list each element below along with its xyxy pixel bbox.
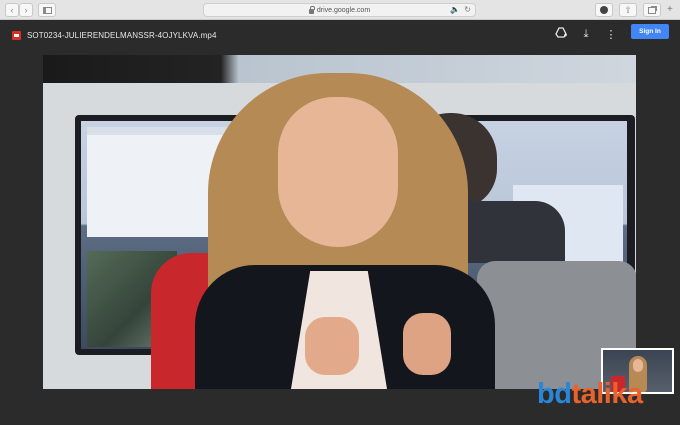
file-name: SOT0234-JULIERENDELMANSSR-4OJYLKVA.mp4 (27, 31, 217, 40)
video-speaker-hand (305, 317, 359, 375)
share-button[interactable]: ⇧ (619, 3, 637, 17)
address-text: drive.google.com (316, 6, 371, 14)
speaker-icon[interactable]: 🔈 (450, 5, 460, 14)
sidebar-button[interactable] (38, 3, 56, 17)
chevron-left-icon: ‹ (10, 5, 14, 15)
tabs-button[interactable] (643, 3, 661, 17)
video-file-icon (12, 31, 21, 40)
lock-icon (308, 5, 315, 14)
video-speaker-hand (403, 313, 451, 375)
watermark-logo: bdtalika (537, 380, 643, 409)
back-button[interactable]: ‹ (5, 3, 19, 17)
sidebar-icon (42, 6, 52, 14)
address-bar[interactable]: drive.google.com 🔈 ↻ (203, 3, 476, 17)
share-icon: ⇧ (624, 4, 632, 15)
more-vert-icon[interactable]: ⋮ (603, 26, 619, 42)
viewer-header: SOT0234-JULIERENDELMANSSR-4OJYLKVA.mp4 ⤓… (0, 21, 680, 49)
browser-toolbar: ‹ › drive.google.com 🔈 ↻ ⇧ + (0, 0, 680, 20)
watermark-part2: talika (571, 378, 643, 410)
download-circle-icon (600, 6, 608, 14)
video-player[interactable] (43, 55, 636, 389)
download-icon[interactable]: ⤓ (578, 26, 594, 42)
pip-speaker-face (633, 359, 643, 372)
downloads-button[interactable] (595, 3, 613, 17)
watermark-part1: bd (537, 378, 572, 410)
add-to-drive-icon[interactable] (555, 27, 567, 39)
tabs-icon (648, 6, 656, 14)
sign-in-button[interactable]: Sign In (631, 24, 669, 39)
forward-button[interactable]: › (19, 3, 33, 17)
plus-icon[interactable]: + (667, 4, 673, 15)
chevron-right-icon: › (24, 5, 28, 15)
video-speaker-face (278, 97, 398, 247)
reload-icon[interactable]: ↻ (464, 5, 471, 14)
